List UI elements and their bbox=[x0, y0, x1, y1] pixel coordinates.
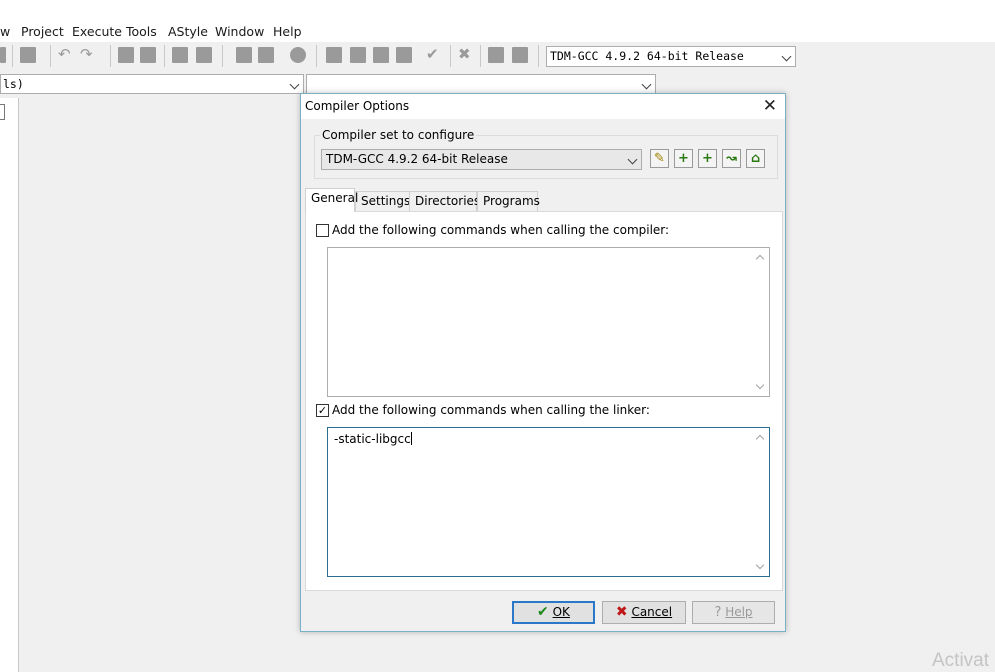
compiler-commands-label: Add the following commands when calling … bbox=[332, 223, 670, 237]
linker-commands-label: Add the following commands when calling … bbox=[332, 403, 650, 417]
compiler-commands-textarea[interactable] bbox=[327, 247, 770, 397]
close-file-icon[interactable] bbox=[0, 47, 6, 63]
linker-commands-checkbox[interactable]: ✓ bbox=[316, 404, 329, 417]
member-select[interactable] bbox=[306, 74, 656, 94]
menu-help[interactable]: Help bbox=[273, 24, 302, 39]
toolbar-separator bbox=[450, 45, 451, 67]
toolbar-separator bbox=[164, 45, 165, 67]
chevron-down-icon[interactable] bbox=[289, 79, 300, 90]
chevron-down-icon[interactable] bbox=[641, 79, 652, 90]
undo-icon[interactable]: ↶ bbox=[58, 45, 71, 63]
ok-button[interactable]: ✔ OK bbox=[512, 601, 595, 624]
ok-button-label: OK bbox=[552, 605, 570, 619]
rename-compiler-set-icon[interactable]: ✎ bbox=[650, 149, 669, 168]
cancel-button-label: Cancel bbox=[631, 605, 673, 619]
chevron-down-icon[interactable] bbox=[781, 51, 792, 62]
menu-window[interactable]: Window bbox=[215, 24, 264, 39]
print-icon[interactable] bbox=[20, 47, 36, 63]
project-panel[interactable] bbox=[0, 98, 19, 672]
cancel-button[interactable]: ✖ Cancel bbox=[602, 601, 686, 624]
compiler-select-value: TDM-GCC 4.9.2 64-bit Release bbox=[550, 49, 744, 63]
debug-icon[interactable] bbox=[512, 47, 528, 63]
help-icon: ? bbox=[714, 605, 722, 620]
redo-icon[interactable]: ↷ bbox=[80, 45, 93, 63]
dialog-titlebar[interactable]: Compiler Options ✕ bbox=[301, 94, 785, 119]
help-button-label: Help bbox=[725, 605, 753, 619]
menu-tools[interactable]: Tools bbox=[126, 24, 157, 39]
run-icon[interactable] bbox=[350, 47, 366, 63]
compile-icon[interactable] bbox=[326, 47, 342, 63]
compiler-set-select[interactable]: TDM-GCC 4.9.2 64-bit Release bbox=[321, 149, 642, 170]
project-tab[interactable] bbox=[0, 104, 5, 120]
menu-project[interactable]: Project bbox=[21, 24, 64, 39]
activation-watermark: Activat bbox=[932, 650, 990, 671]
compiler-select[interactable]: TDM-GCC 4.9.2 64-bit Release bbox=[546, 46, 796, 67]
menu-astyle[interactable]: AStyle bbox=[168, 24, 208, 39]
linker-commands-text: -static-libgcc bbox=[334, 432, 412, 446]
class-browser-select[interactable]: ls) bbox=[0, 74, 304, 94]
toolbar-separator bbox=[50, 45, 51, 67]
syntax-check-icon[interactable]: ✔ bbox=[426, 45, 439, 63]
scroll-up-icon[interactable] bbox=[755, 254, 765, 264]
rebuild-icon[interactable] bbox=[396, 47, 412, 63]
menu-view[interactable]: w bbox=[0, 24, 10, 39]
tab-settings[interactable]: Settings bbox=[355, 191, 410, 211]
help-button[interactable]: ? Help bbox=[692, 601, 775, 624]
add-compiler-folder-icon[interactable]: + bbox=[698, 149, 717, 168]
compiler-options-dialog: Compiler Options ✕ Compiler set to confi… bbox=[300, 93, 786, 632]
compiler-set-value: TDM-GCC 4.9.2 64-bit Release bbox=[326, 152, 508, 166]
tab-directories[interactable]: Directories bbox=[409, 191, 480, 211]
compile-run-icon[interactable] bbox=[373, 47, 389, 63]
scroll-up-icon[interactable] bbox=[755, 434, 765, 444]
delete-compiler-set-icon[interactable]: ⌂ bbox=[746, 149, 765, 168]
toolbar-separator bbox=[12, 45, 13, 67]
toolbar-separator bbox=[316, 45, 317, 67]
profile-icon[interactable] bbox=[488, 47, 504, 63]
scroll-down-icon[interactable] bbox=[755, 380, 765, 390]
compiler-commands-checkbox[interactable] bbox=[316, 224, 329, 237]
tab-programs[interactable]: Programs bbox=[477, 191, 540, 211]
close-icon[interactable]: ✕ bbox=[763, 96, 777, 116]
replace-icon[interactable] bbox=[140, 47, 156, 63]
text-caret bbox=[410, 432, 412, 445]
class-browser-value: ls) bbox=[3, 77, 24, 91]
chevron-down-icon[interactable] bbox=[627, 154, 638, 165]
insert-icon[interactable] bbox=[196, 47, 212, 63]
add-compiler-set-icon[interactable]: + bbox=[674, 149, 693, 168]
cancel-x-icon: ✖ bbox=[615, 604, 628, 620]
checkmark-icon: ✔ bbox=[537, 604, 549, 620]
menu-bar: w Project Execute Tools AStyle Window He… bbox=[0, 0, 995, 42]
linker-commands-scrollbar[interactable] bbox=[752, 428, 769, 576]
compiler-commands-scrollbar[interactable] bbox=[752, 248, 769, 396]
tab-general[interactable]: General bbox=[305, 188, 358, 212]
compiler-set-label: Compiler set to configure bbox=[320, 128, 477, 142]
find-icon[interactable] bbox=[118, 47, 134, 63]
indent-icon[interactable] bbox=[236, 47, 252, 63]
toolbar-separator bbox=[222, 45, 223, 67]
stop-icon[interactable] bbox=[290, 47, 306, 63]
delete-icon[interactable]: ✖ bbox=[458, 45, 471, 63]
unindent-icon[interactable] bbox=[258, 47, 274, 63]
toolbar-separator bbox=[110, 45, 111, 67]
scroll-down-icon[interactable] bbox=[755, 560, 765, 570]
menu-execute[interactable]: Execute bbox=[72, 24, 122, 39]
linker-commands-value: -static-libgcc bbox=[334, 432, 411, 446]
dialog-title: Compiler Options bbox=[305, 99, 410, 113]
toolbar-separator bbox=[480, 45, 481, 67]
toolbar-separator bbox=[538, 45, 539, 67]
find-compilers-icon[interactable]: ↝ bbox=[722, 149, 741, 168]
linker-commands-textarea[interactable]: -static-libgcc bbox=[327, 427, 770, 577]
new-project-icon[interactable] bbox=[172, 47, 188, 63]
